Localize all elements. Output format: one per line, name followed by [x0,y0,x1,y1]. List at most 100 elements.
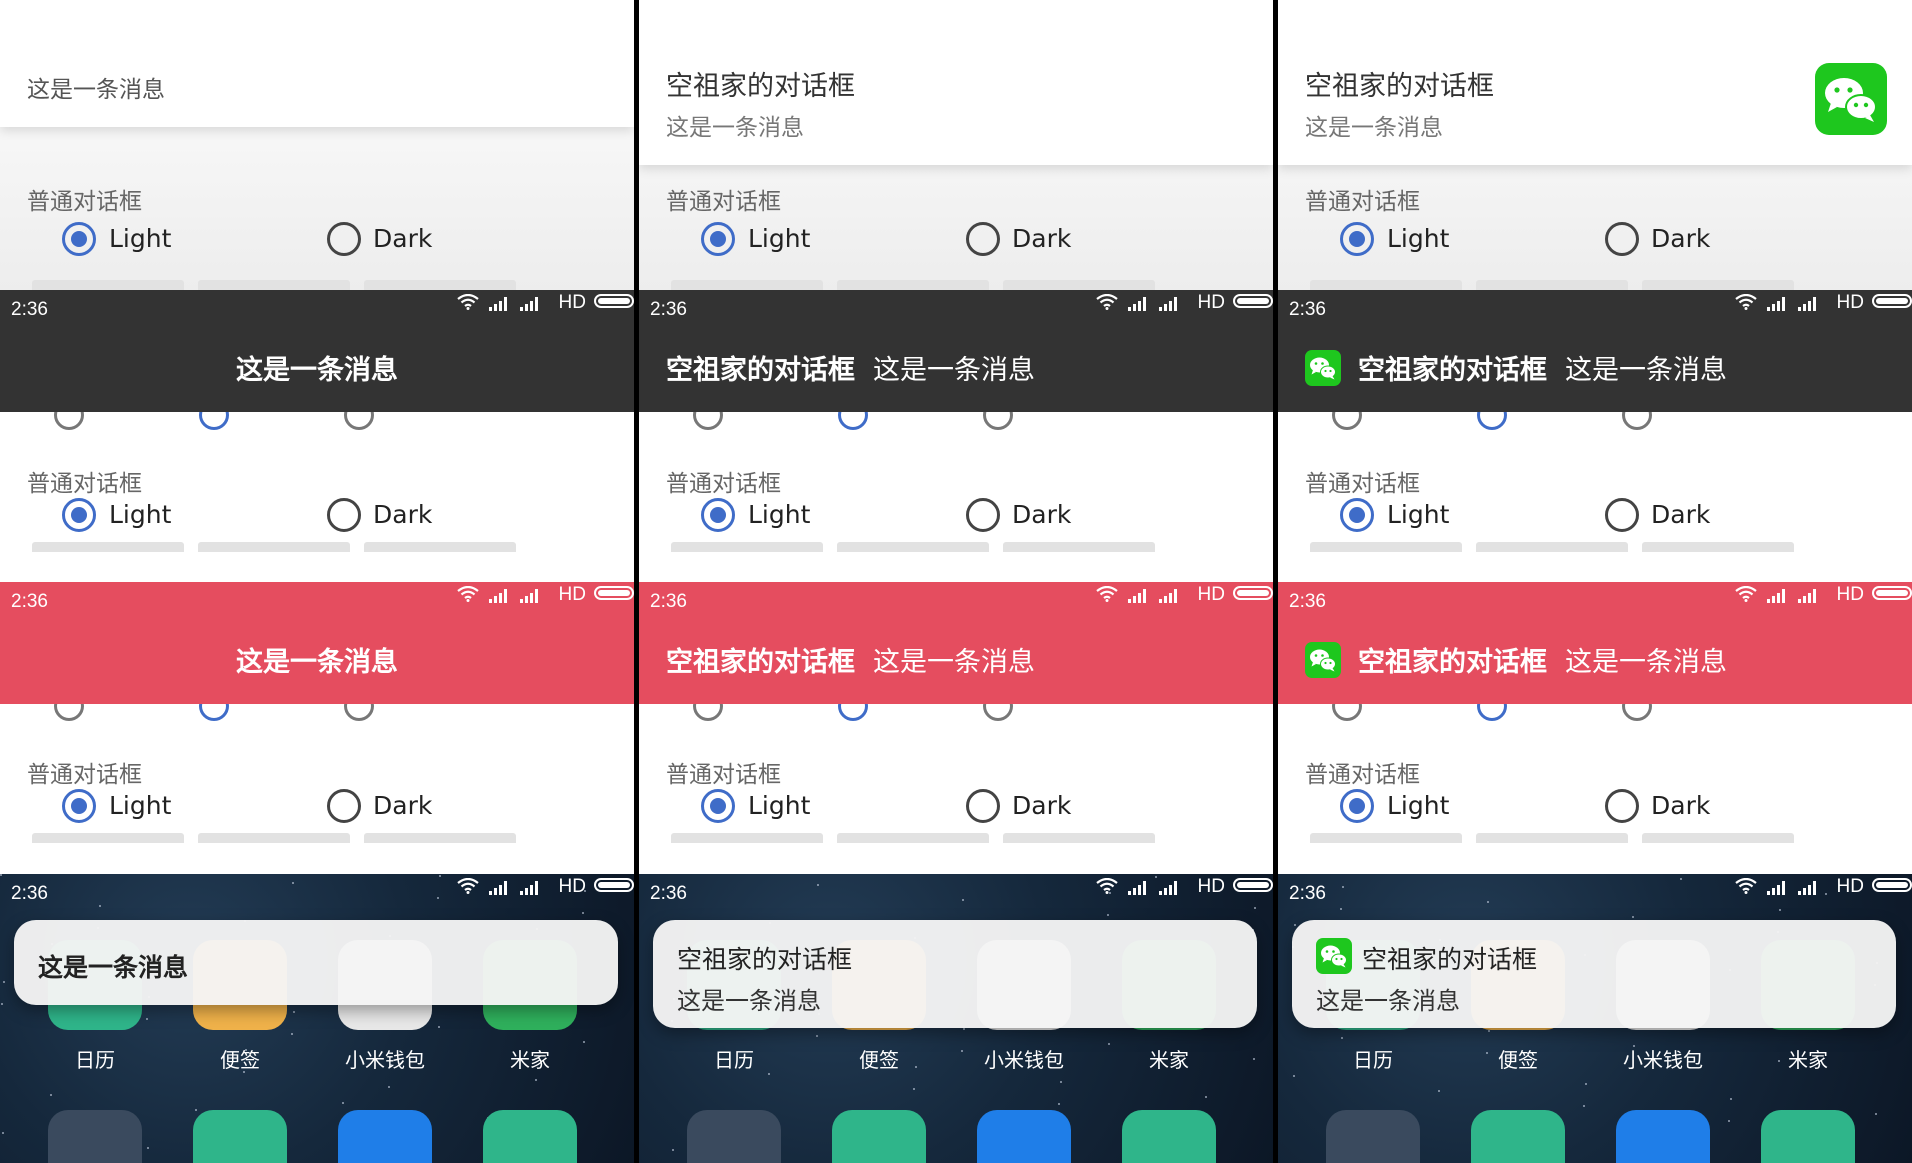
white-heads-up-notification[interactable]: 空祖家的对话框 这是一条消息 [639,0,1273,165]
app-label[interactable]: 小米钱包 [1603,1044,1723,1073]
battery-icon [594,878,634,892]
radio-light-label[interactable]: Light [109,791,171,820]
notification-message: 这是一条消息 [38,953,189,982]
button-stub [364,833,516,843]
radio-dark[interactable] [327,222,361,256]
screenshot-grid: 普通对话框 Light Dark 这是一条消息 普通对话框 Light Dark 这是一条消息… [0,0,1912,1163]
home-screen: 日历 便签 小米钱包 米家 [0,874,634,1163]
radio-light-label[interactable]: Light [109,224,171,253]
radio-light-label[interactable]: Light [748,791,810,820]
radio-light-label[interactable]: Light [748,224,810,253]
radio-light[interactable] [1340,222,1374,256]
app-label[interactable]: 米家 [1109,1044,1229,1073]
radio-light[interactable] [62,789,96,823]
radio-light-label[interactable]: Light [1387,791,1449,820]
radio-dark[interactable] [327,789,361,823]
radio-dark[interactable] [1605,789,1639,823]
star [583,1041,585,1043]
radio-dark-label[interactable]: Dark [373,224,432,253]
shop-icon[interactable] [483,1110,577,1163]
wifi-icon [457,877,479,894]
status-bar: 2:36 HD [1278,582,1912,624]
folder-icon[interactable] [687,1110,781,1163]
radio-light[interactable] [701,222,735,256]
radio-dark-label[interactable]: Dark [1651,500,1710,529]
battery-icon [594,294,634,308]
floating-notification-card[interactable]: 空祖家的对话框 这是一条消息 [1292,920,1896,1028]
radio-light[interactable] [1340,498,1374,532]
radio-light[interactable] [62,222,96,256]
radio-dark[interactable] [1605,498,1639,532]
star [438,1026,440,1028]
radio-dark-label[interactable]: Dark [373,500,432,529]
compass-icon[interactable] [193,1110,287,1163]
white-heads-up-notification[interactable]: 空祖家的对话框 这是一条消息 [1278,0,1912,165]
screen-icon[interactable] [977,1110,1071,1163]
radio-light-label[interactable]: Light [109,500,171,529]
folder-icon[interactable] [48,1110,142,1163]
app-label[interactable]: 便签 [819,1044,939,1073]
floating-notification-card[interactable]: 空祖家的对话框 这是一条消息 [653,920,1257,1028]
app-label[interactable]: 小米钱包 [964,1044,1084,1073]
radio-dark-label[interactable]: Dark [1012,791,1071,820]
app-label[interactable]: 便签 [1458,1044,1578,1073]
network-type-label: HD [1197,584,1225,605]
compass-icon[interactable] [832,1110,926,1163]
app-label[interactable]: 米家 [470,1044,590,1073]
radio-dark-label[interactable]: Dark [1012,500,1071,529]
wechat-glyph [1321,945,1347,968]
battery-icon [1872,878,1912,892]
banner-text: 空祖家的对话框 这是一条消息 [1358,640,1727,679]
button-stub [671,542,823,552]
floating-notification-card[interactable]: 这是一条消息 [14,920,618,1005]
banner-text: 空祖家的对话框 这是一条消息 [666,348,1035,387]
radio-dark-label[interactable]: Dark [373,791,432,820]
radio-dark[interactable] [327,498,361,532]
radio-dark-label[interactable]: Dark [1651,791,1710,820]
radio-light[interactable] [1340,789,1374,823]
app-label[interactable]: 便签 [180,1044,300,1073]
star [672,1149,674,1151]
network-type-label: HD [558,584,586,605]
app-label[interactable]: 小米钱包 [325,1044,445,1073]
screen-icon[interactable] [1616,1110,1710,1163]
phone-screen-column: 普通对话框 Light Dark 这是一条消息 普通对话框 Light Dark 这是一条消息… [0,0,634,1163]
notification-message: 这是一条消息 [677,987,821,1015]
app-label[interactable]: 米家 [1748,1044,1868,1073]
radio-dark[interactable] [966,222,1000,256]
banner-text: 这是一条消息 [0,348,634,387]
status-time: 2:36 [650,299,687,320]
status-time: 2:36 [1289,591,1326,612]
network-type-label: HD [558,292,586,313]
radio-light-label[interactable]: Light [748,500,810,529]
battery-icon [1233,294,1273,308]
radio-light-label[interactable]: Light [1387,224,1449,253]
radio-light-label[interactable]: Light [1387,500,1449,529]
radio-light[interactable] [701,789,735,823]
button-stub [1476,833,1628,843]
star [816,1035,818,1037]
app-label[interactable]: 日历 [1313,1044,1433,1073]
screen-icon[interactable] [338,1110,432,1163]
app-label[interactable]: 日历 [674,1044,794,1073]
white-heads-up-notification[interactable]: 这是一条消息 [0,0,634,127]
battery-icon [1872,586,1912,600]
battery-icon [1233,586,1273,600]
radio-dark-label[interactable]: Dark [1651,224,1710,253]
signal-icon [1127,879,1149,895]
shop-icon[interactable] [1122,1110,1216,1163]
phone-screen-column: 普通对话框 Light Dark 空祖家的对话框 这是一条消息 普通对话框 Light Dar… [639,0,1273,1163]
radio-light[interactable] [701,498,735,532]
radio-dark[interactable] [1605,222,1639,256]
compass-icon[interactable] [1471,1110,1565,1163]
shop-icon[interactable] [1761,1110,1855,1163]
star [768,1073,770,1075]
app-label[interactable]: 日历 [35,1044,155,1073]
folder-icon[interactable] [1326,1110,1420,1163]
radio-light[interactable] [62,498,96,532]
section-title: 普通对话框 [666,189,781,215]
radio-dark[interactable] [966,789,1000,823]
section-title: 普通对话框 [27,189,142,215]
radio-dark-label[interactable]: Dark [1012,224,1071,253]
radio-dark[interactable] [966,498,1000,532]
